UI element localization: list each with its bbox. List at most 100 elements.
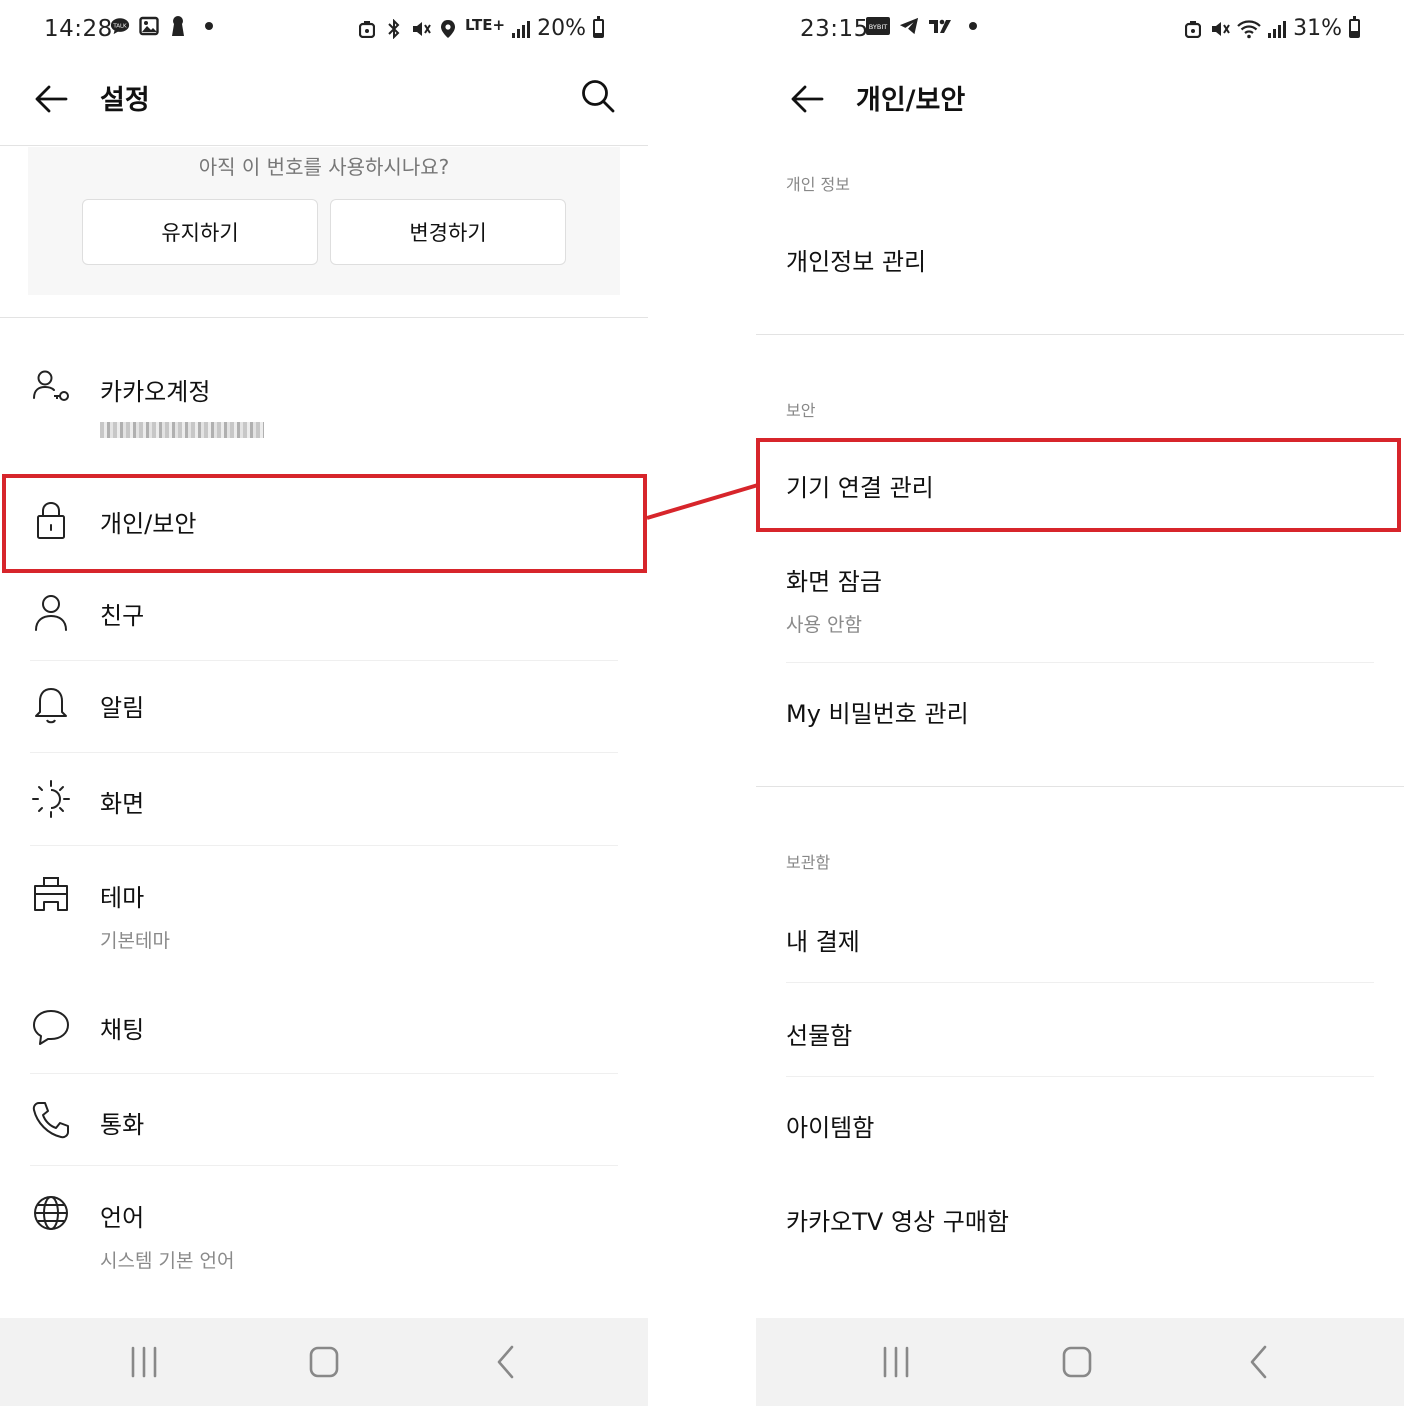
system-nav-bar — [756, 1318, 1404, 1406]
battery-icon — [1349, 16, 1360, 38]
section-divider — [756, 334, 1404, 335]
svg-text:TALK: TALK — [112, 23, 127, 29]
more-notifications-dot — [969, 22, 977, 30]
system-status-icons: 31% — [1183, 16, 1360, 41]
settings-screen: 14:28 TALK LTE+ 20% 설정 아직 이 번호를 사용하시나요? … — [0, 0, 648, 1406]
app-bar: 설정 — [0, 58, 648, 146]
row-divider — [786, 662, 1374, 663]
settings-item-notifications[interactable]: 알림 — [0, 664, 648, 752]
menu-item-personal-info-management[interactable]: 개인정보 관리 — [756, 214, 1404, 302]
battery-percent: 20% — [537, 16, 586, 41]
banner-question: 아직 이 번호를 사용하시나요? — [198, 155, 450, 179]
settings-item-label: 카카오계정 — [100, 378, 211, 406]
wifi-icon — [1237, 19, 1261, 39]
menu-item-label: 선물함 — [786, 1022, 853, 1050]
back-nav-icon[interactable] — [1237, 1342, 1281, 1382]
settings-item-subtext: 시스템 기본 언어 — [100, 1250, 235, 1272]
bell-icon — [35, 688, 67, 724]
row-divider — [30, 752, 618, 753]
status-bar: 23:15 BYBIT 31% — [756, 0, 1404, 58]
kakaotalk-notification-icon: TALK — [110, 16, 130, 36]
phone-number-confirm-banner: 아직 이 번호를 사용하시나요? 유지하기 변경하기 — [28, 147, 620, 295]
change-number-button[interactable]: 변경하기 — [330, 199, 566, 265]
search-icon[interactable] — [578, 76, 618, 116]
back-nav-icon[interactable] — [484, 1342, 528, 1382]
signal-icon — [1268, 20, 1287, 38]
menu-item-label: 아이템함 — [786, 1114, 875, 1142]
signal-icon — [512, 20, 531, 38]
section-header-storage: 보관함 — [786, 853, 831, 872]
theme-icon — [34, 877, 68, 911]
menu-item-my-payments[interactable]: 내 결제 — [756, 892, 1404, 980]
settings-item-label: 개인/보안 — [100, 510, 197, 538]
settings-item-friends[interactable]: 친구 — [0, 572, 648, 660]
settings-item-label: 알림 — [100, 694, 145, 722]
menu-item-screen-lock[interactable]: 화면 잠금 사용 안함 — [756, 540, 1404, 660]
brightness-icon — [32, 780, 70, 818]
settings-item-call[interactable]: 통화 — [0, 1077, 648, 1165]
location-icon — [438, 19, 458, 39]
robot-icon — [357, 19, 377, 39]
back-arrow-icon[interactable] — [786, 78, 828, 120]
back-arrow-icon[interactable] — [30, 78, 72, 120]
home-icon[interactable] — [302, 1342, 346, 1382]
menu-item-label: 기기 연결 관리 — [786, 474, 934, 502]
menu-item-gift-box[interactable]: 선물함 — [756, 986, 1404, 1074]
recent-apps-icon[interactable] — [874, 1342, 918, 1382]
home-icon[interactable] — [1055, 1342, 1099, 1382]
menu-item-my-password-management[interactable]: My 비밀번호 관리 — [756, 666, 1404, 754]
menu-item-label: 카카오TV 영상 구매함 — [786, 1208, 1009, 1236]
settings-item-kakao-account[interactable]: 카카오계정 — [0, 350, 648, 470]
person-icon — [35, 595, 67, 631]
account-icon — [33, 370, 69, 401]
status-time: 14:28 — [44, 16, 113, 42]
mute-icon — [1210, 19, 1230, 39]
app-bar-divider — [0, 145, 648, 146]
battery-percent: 31% — [1293, 16, 1342, 41]
tradingview-notification-icon — [928, 16, 952, 36]
section-divider — [756, 786, 1404, 787]
more-notifications-dot — [205, 22, 213, 30]
row-divider — [30, 1073, 618, 1074]
settings-item-display[interactable]: 화면 — [0, 756, 648, 844]
section-header-personal-info: 개인 정보 — [786, 175, 850, 194]
recent-apps-icon[interactable] — [122, 1342, 166, 1382]
settings-item-label: 통화 — [100, 1111, 145, 1139]
settings-item-label: 채팅 — [100, 1016, 145, 1044]
globe-icon — [34, 1196, 68, 1230]
menu-item-device-connection-management[interactable]: 기기 연결 관리 — [756, 442, 1404, 530]
menu-item-subtext: 사용 안함 — [786, 614, 862, 636]
gallery-notification-icon — [139, 16, 159, 36]
phone-icon — [32, 1102, 69, 1139]
menu-item-kakaotv-purchases[interactable]: 카카오TV 영상 구매함 — [756, 1174, 1404, 1262]
keep-number-button[interactable]: 유지하기 — [82, 199, 318, 265]
app-bar: 개인/보안 — [756, 58, 1404, 146]
keyhole-notification-icon — [168, 16, 188, 36]
menu-item-item-box[interactable]: 아이템함 — [756, 1080, 1404, 1168]
notification-icons: BYBIT — [866, 16, 977, 36]
settings-item-privacy-security[interactable]: 개인/보안 — [0, 474, 648, 570]
menu-item-label: 개인정보 관리 — [786, 248, 927, 276]
settings-item-label: 테마 — [100, 884, 145, 912]
settings-item-subtext: 기본테마 — [100, 930, 170, 952]
status-time: 23:15 — [800, 16, 869, 42]
settings-item-label: 화면 — [100, 790, 145, 818]
settings-item-language[interactable]: 언어 시스템 기본 언어 — [0, 1170, 648, 1290]
row-divider — [30, 845, 618, 846]
settings-item-label: 언어 — [100, 1204, 145, 1232]
row-divider — [786, 982, 1374, 983]
system-status-icons: LTE+ 20% — [357, 16, 604, 41]
lock-icon — [37, 501, 65, 539]
robot-icon — [1183, 19, 1203, 39]
settings-item-label: 친구 — [100, 602, 145, 630]
bybit-notification-icon: BYBIT — [866, 16, 890, 36]
page-title: 개인/보안 — [856, 85, 966, 116]
battery-icon — [593, 16, 604, 38]
account-email-redacted — [100, 422, 264, 438]
menu-item-label: 화면 잠금 — [786, 568, 882, 596]
telegram-notification-icon — [899, 16, 919, 36]
system-nav-bar — [0, 1318, 648, 1406]
settings-item-theme[interactable]: 테마 기본테마 — [0, 850, 648, 976]
menu-item-label: 내 결제 — [786, 928, 860, 956]
settings-item-chat[interactable]: 채팅 — [0, 982, 648, 1072]
